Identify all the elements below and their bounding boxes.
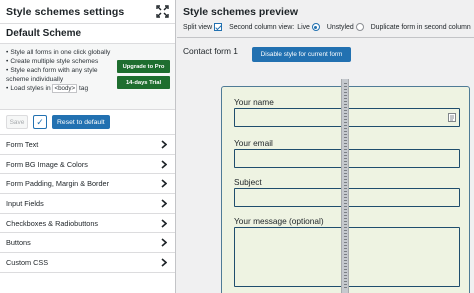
promo-item: Style each form with any style scheme in… (6, 66, 114, 84)
promo-list: Style all forms in one click globally Cr… (6, 48, 114, 93)
body-tag: <body> (52, 84, 78, 93)
section-label: Buttons (6, 238, 31, 248)
chevron-right-icon (161, 140, 167, 149)
chevron-right-icon (161, 238, 167, 247)
section-input-fields[interactable]: Input Fields (0, 194, 175, 214)
unstyled-label: Unstyled (326, 23, 354, 31)
drag-handle-icon[interactable] (343, 83, 347, 289)
save-button[interactable]: Save (6, 115, 28, 129)
section-form-text[interactable]: Form Text (0, 135, 175, 155)
promo-item: Style all forms in one click globally (6, 48, 114, 57)
split-view-checkbox[interactable] (214, 23, 223, 31)
chevron-right-icon (161, 199, 167, 208)
live-radio[interactable] (311, 23, 320, 31)
load-suffix: tag (77, 85, 89, 92)
section-buttons[interactable]: Buttons (0, 233, 175, 254)
section-label: Form Text (6, 139, 39, 149)
trial-button[interactable]: 14-days Trial (117, 76, 170, 89)
settings-panel: Style schemes settings Default Scheme St… (0, 0, 176, 293)
settings-header: Style schemes settings (0, 0, 175, 24)
split-view-label: Split view (183, 23, 213, 31)
section-custom-css[interactable]: Custom CSS (0, 253, 175, 273)
section-label: Checkboxes & Radiobuttons (6, 218, 99, 228)
section-checkboxes[interactable]: Checkboxes & Radiobuttons (0, 214, 175, 234)
actions-bar: Save ✓ Reset to default (0, 110, 175, 135)
section-label: Form BG Image & Colors (6, 159, 88, 169)
load-prefix: Load styles in (10, 85, 53, 92)
section-label: Input Fields (6, 198, 44, 208)
duplicate-label: Duplicate form in second column (370, 23, 471, 31)
unstyled-radio[interactable] (355, 23, 364, 31)
section-label: Form Padding, Margin & Border (6, 179, 110, 189)
live-label: Live (297, 23, 310, 31)
scheme-name: Default Scheme (0, 24, 175, 44)
second-column-label: Second column view: (229, 23, 295, 31)
preview-title: Style schemes preview (183, 6, 298, 18)
promo-item-load-styles: Load styles in <body> tag (6, 84, 114, 93)
section-label: Custom CSS (6, 257, 49, 267)
preview-toggles: Split view Second column view: Live Unst… (183, 23, 471, 31)
form-title: Contact form 1 (183, 46, 238, 56)
split-view-divider[interactable] (341, 79, 349, 293)
section-form-bg[interactable]: Form BG Image & Colors (0, 155, 175, 175)
reset-default-button[interactable]: Reset to default (52, 115, 110, 129)
email-label: Your email (234, 138, 273, 148)
chevron-right-icon (161, 179, 167, 188)
settings-sections: Form Text Form BG Image & Colors Form Pa… (0, 135, 175, 273)
subject-label: Subject (234, 177, 262, 187)
upgrade-pro-button[interactable]: Upgrade to Pro (117, 60, 170, 73)
promo-item: Create multiple style schemes (6, 57, 114, 66)
checkmark-icon[interactable]: ✓ (33, 115, 47, 129)
section-form-padding[interactable]: Form Padding, Margin & Border (0, 174, 175, 195)
divider (177, 37, 474, 38)
chevron-right-icon (161, 159, 167, 169)
name-label: Your name (234, 97, 274, 107)
chevron-right-icon (161, 218, 167, 228)
settings-title: Style schemes settings (6, 5, 125, 18)
chevron-right-icon (161, 258, 167, 267)
message-label: Your message (optional) (234, 216, 324, 226)
expand-icon[interactable] (156, 5, 169, 18)
disable-style-button[interactable]: Disable style for current form (252, 47, 351, 62)
contact-card-icon[interactable] (448, 113, 456, 122)
preview-panel: Style schemes preview Split view Second … (177, 0, 474, 293)
